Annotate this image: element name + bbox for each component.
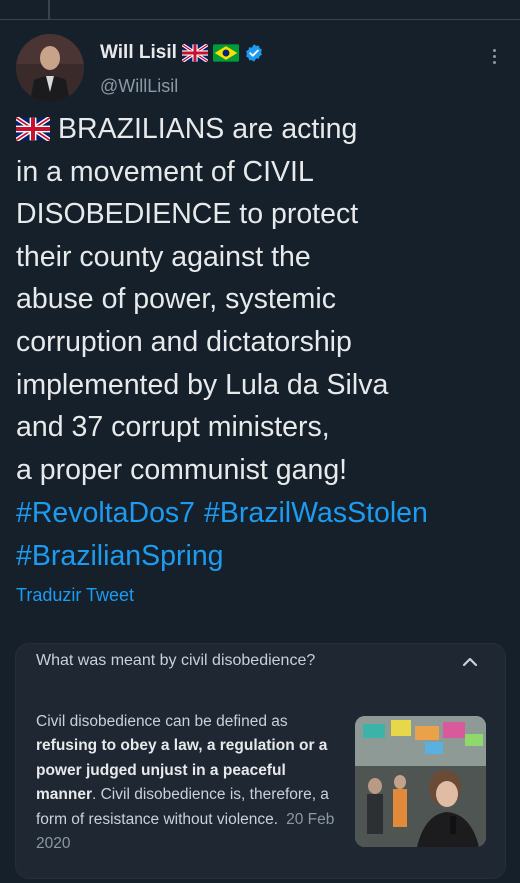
card-question[interactable]: What was meant by civil disobedience? xyxy=(36,652,315,670)
brazil-flag-icon xyxy=(212,44,239,62)
tweet-text: BRAZILIANS are acting in a movement of C… xyxy=(14,108,511,491)
tweet-body: BRAZILIANS are acting in a movement of C… xyxy=(16,113,389,486)
more-options-icon[interactable] xyxy=(486,44,502,68)
uk-flag-icon xyxy=(14,111,52,143)
hashtag-link[interactable]: #BrazilWasStolen xyxy=(204,497,428,529)
card-answer: Civil disobedience can be defined as ref… xyxy=(36,710,336,856)
verified-badge-icon xyxy=(245,44,262,62)
thread-line xyxy=(48,0,50,19)
divider xyxy=(0,19,520,20)
chevron-up-icon[interactable] xyxy=(460,654,480,670)
avatar[interactable] xyxy=(16,34,84,102)
card-intro: Civil disobedience can be defined as xyxy=(36,713,288,730)
uk-flag-icon xyxy=(181,44,208,62)
protest-photo xyxy=(355,716,486,847)
hashtag-link[interactable]: #BrazilianSpring xyxy=(16,540,224,572)
translate-tweet-link[interactable]: Traduzir Tweet xyxy=(16,585,134,606)
author-handle[interactable]: @WillLisil xyxy=(100,76,178,97)
author-name[interactable]: Will Lisil xyxy=(100,42,177,64)
hashtags: #RevoltaDos7 #BrazilWasStolen #BrazilianS… xyxy=(16,492,516,577)
context-card: What was meant by civil disobedience? Ci… xyxy=(15,643,506,879)
hashtag-link[interactable]: #RevoltaDos7 xyxy=(16,497,195,529)
